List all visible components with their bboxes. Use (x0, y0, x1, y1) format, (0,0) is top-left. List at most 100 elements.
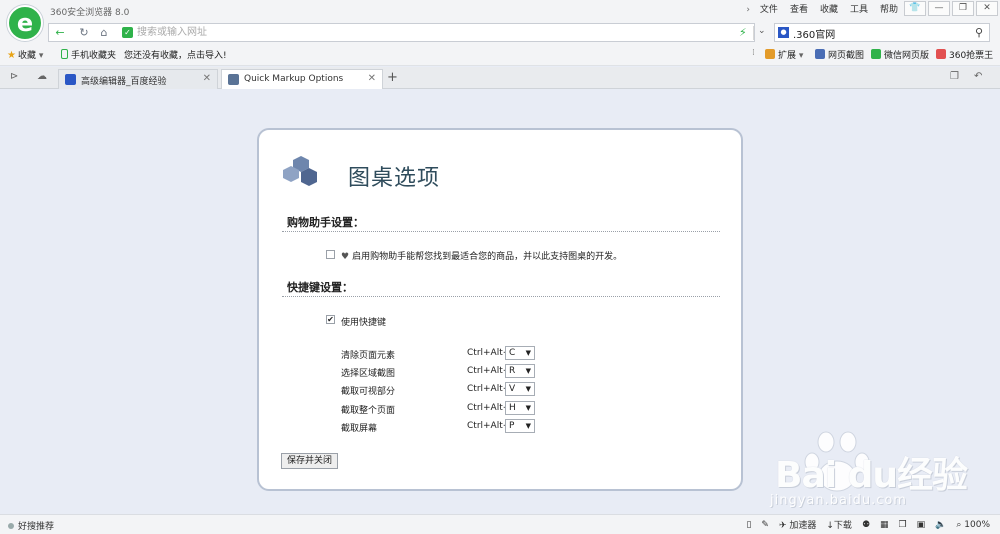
status-dot-icon (8, 523, 14, 529)
restore-tabs-icon[interactable]: ❐ (950, 71, 959, 82)
close-tab-icon[interactable]: ✕ (368, 73, 376, 84)
mobile-favorites[interactable]: 手机收藏夹 (61, 48, 116, 61)
menu-favorites[interactable]: 收藏 (814, 3, 844, 17)
accelerator-button[interactable]: ✈ 加速器 (779, 518, 816, 531)
scissors-icon (815, 49, 825, 59)
divider (753, 26, 754, 40)
divider (282, 231, 720, 232)
close-button[interactable]: ✕ (976, 1, 998, 16)
watermark-brand: Bai du经验 (775, 455, 968, 496)
grid-icon[interactable]: ▦ (880, 520, 889, 530)
new-tab-button[interactable]: + (387, 70, 398, 85)
chevron-right-icon[interactable]: › (742, 3, 754, 17)
home-icon[interactable]: ⌂ (96, 26, 112, 40)
tab-bar: ⊳ ☁ 高级编辑器_百度经验 ✕ Quick Markup Options ✕ … (0, 67, 1000, 89)
clipboard-icon[interactable]: ▣ (917, 520, 926, 530)
window-icon[interactable]: ❒ (899, 520, 907, 530)
shortcut-key: C (509, 348, 516, 358)
favorites-label: 收藏 (17, 51, 36, 61)
shopping-section-title: 购物助手设置： (287, 216, 364, 229)
caret-down-icon: ▼ (525, 404, 531, 412)
menu-help[interactable]: 帮助 (874, 3, 904, 17)
tab-baidu-editor[interactable]: 高级编辑器_百度经验 ✕ (58, 69, 218, 89)
undo-close-icon[interactable]: ↶ (974, 71, 982, 82)
title-bar: 360安全浏览器 8.0 › 文件 查看 收藏 工具 帮助 👕 — ❐ ✕ (0, 0, 1000, 22)
caret-down-icon: ▼ (525, 422, 531, 430)
phone-icon[interactable]: ▯ (746, 520, 751, 530)
watermark-url: jingyan.baidu.com (770, 493, 907, 508)
browser-logo[interactable]: e (7, 5, 43, 41)
feedback-icon[interactable]: ✎ (761, 520, 769, 530)
recommend-link[interactable]: 好搜推荐 (8, 519, 54, 532)
shortcut-section-title: 快捷键设置： (287, 281, 353, 294)
shortcut-key: R (509, 366, 516, 376)
shortcut-label: 截取可视部分 (341, 387, 396, 397)
search-icon[interactable]: ⚲ (975, 26, 983, 39)
save-close-button[interactable]: 保存并关闭 (281, 453, 339, 469)
download-button[interactable]: ↓下载 (826, 518, 852, 531)
tab-title: 高级编辑器_百度经验 (81, 77, 167, 87)
shortcut-key-select[interactable]: R ▼ (505, 364, 535, 378)
caret-down-icon: ▾ (798, 51, 804, 61)
url-input[interactable] (137, 25, 727, 40)
shortcut-key-select[interactable]: P ▼ (505, 419, 535, 433)
hexagon-logo-icon (283, 156, 317, 186)
screenshot-button[interactable]: 网页截图 (815, 48, 864, 61)
app-title: 360安全浏览器 8.0 (50, 8, 130, 18)
shortcut-key-select[interactable]: C ▼ (505, 346, 535, 360)
window-controls: 👕 — ❐ ✕ (904, 1, 998, 16)
favorites-button[interactable]: ★ 收藏 ▾ (7, 48, 43, 61)
shortcut-label: 清除页面元素 (341, 351, 396, 361)
extensions-button[interactable]: 扩展 ▾ (765, 48, 803, 61)
star-icon: ★ (7, 50, 16, 61)
screenshot-label: 网页截图 (828, 51, 865, 61)
menu-file[interactable]: 文件 (754, 3, 784, 17)
close-tab-icon[interactable]: ✕ (203, 73, 211, 84)
url-box: ← ↻ ⌂ ✓ ⚡ ⌄ (48, 23, 766, 42)
zoom-control[interactable]: ⌕ 100% (956, 520, 990, 530)
shortcut-label: 截取屏幕 (341, 424, 378, 434)
shortcut-key-select[interactable]: V ▼ (505, 382, 535, 396)
menu-tools[interactable]: 工具 (844, 3, 874, 17)
shopping-checkbox[interactable] (326, 250, 335, 259)
ticket-label: 360抢票王 (949, 51, 994, 61)
page-title: 图桌选项 (348, 166, 441, 191)
shortcut-prefix: Ctrl+Alt+ (467, 421, 511, 431)
volume-icon[interactable]: 🔈 (935, 520, 946, 530)
lightning-icon[interactable]: ⚡ (739, 26, 747, 39)
tab-quick-markup[interactable]: Quick Markup Options ✕ (221, 69, 383, 89)
paw-icon: ● (778, 27, 789, 38)
shortcut-label: 选择区域截图 (341, 369, 396, 379)
search-engine-text: .360官网 (793, 30, 836, 41)
zoom-level: 100% (964, 519, 990, 530)
divider (282, 296, 720, 297)
shortcut-key-select[interactable]: H ▼ (505, 401, 535, 415)
caret-down-icon: ▼ (525, 367, 531, 375)
shortcut-prefix: Ctrl+Alt+ (467, 403, 511, 413)
maximize-button[interactable]: ❐ (952, 1, 974, 16)
shopping-option: ♥ 启用购物助手能帮您找到最适合您的商品，并以此支持图桌的开发。 (341, 249, 622, 262)
privacy-icon[interactable]: ⚉ (862, 520, 870, 530)
hexagon-icon (228, 74, 239, 85)
skin-button[interactable]: 👕 (904, 1, 926, 16)
download-label: 下载 (833, 521, 852, 531)
reload-icon[interactable]: ↻ (76, 26, 92, 40)
import-hint[interactable]: 您还没有收藏，点击导入! (124, 48, 227, 61)
puzzle-icon (765, 49, 775, 59)
shortcut-key: P (509, 421, 515, 431)
wechat-button[interactable]: 微信网页版 (871, 48, 929, 61)
caret-down-icon: ▼ (525, 385, 531, 393)
tab-title: Quick Markup Options (244, 74, 344, 84)
search-box[interactable]: ● .360官网 ⚲ (774, 23, 990, 42)
menu-view[interactable]: 查看 (784, 3, 814, 17)
chevron-down-icon[interactable]: ⌄ (758, 26, 766, 36)
sidebar-toggle-icon[interactable]: ⊳ (10, 71, 18, 82)
use-shortcuts-checkbox[interactable]: ✔ (326, 315, 335, 324)
rocket-icon: ✈ (778, 521, 787, 531)
back-arrow-icon[interactable]: ← (52, 26, 68, 40)
cloud-icon[interactable]: ☁ (37, 71, 47, 82)
ticket-button[interactable]: 360抢票王 (936, 48, 993, 61)
shortcut-prefix: Ctrl+Alt+ (467, 366, 511, 376)
minimize-button[interactable]: — (928, 1, 950, 16)
shield-icon[interactable]: ✓ (122, 27, 133, 38)
